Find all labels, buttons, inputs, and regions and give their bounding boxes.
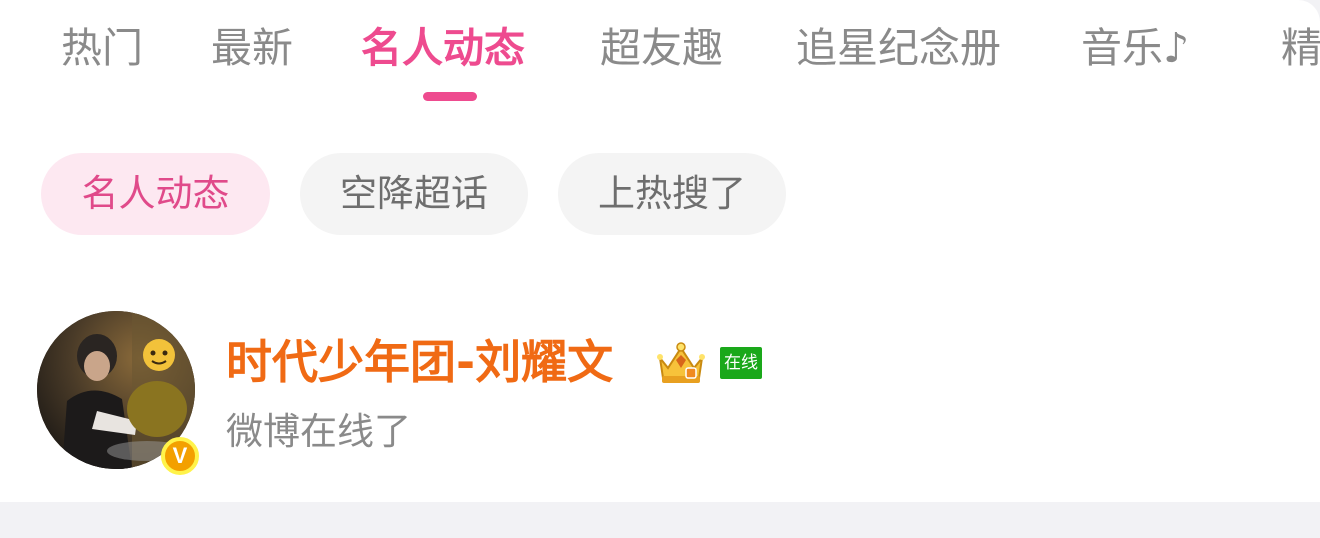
active-tab-indicator [423, 92, 477, 101]
top-tab-bar: 热门 最新 名人动态 超友趣 追星纪念册 音乐♪ 精 [0, 0, 1320, 110]
chip-trending[interactable]: 上热搜了 [558, 153, 786, 235]
tab-latest[interactable]: 最新 [211, 22, 293, 74]
tab-super-fun[interactable]: 超友趣 [600, 22, 723, 74]
bottom-divider-area [0, 502, 1320, 538]
post-username[interactable]: 时代少年团-刘耀文 [226, 334, 613, 390]
tab-star-album[interactable]: 追星纪念册 [796, 22, 1001, 74]
crown-icon[interactable] [652, 338, 710, 386]
online-badge: 在线 [720, 347, 762, 379]
page: 热门 最新 名人动态 超友趣 追星纪念册 音乐♪ 精 名人动态 空降超话 上热搜… [0, 0, 1320, 502]
tab-hot[interactable]: 热门 [61, 22, 143, 74]
avatar-container[interactable]: V [37, 311, 199, 475]
chip-celebrity-news[interactable]: 名人动态 [41, 153, 270, 235]
tab-featured[interactable]: 精 [1281, 22, 1320, 74]
tab-celebrity-news[interactable]: 名人动态 [361, 22, 525, 74]
post-text: 微博在线了 [226, 410, 411, 453]
chip-airdrop-topic[interactable]: 空降超话 [300, 153, 528, 235]
tab-music[interactable]: 音乐♪ [1081, 22, 1189, 74]
verified-icon: V [161, 437, 199, 475]
